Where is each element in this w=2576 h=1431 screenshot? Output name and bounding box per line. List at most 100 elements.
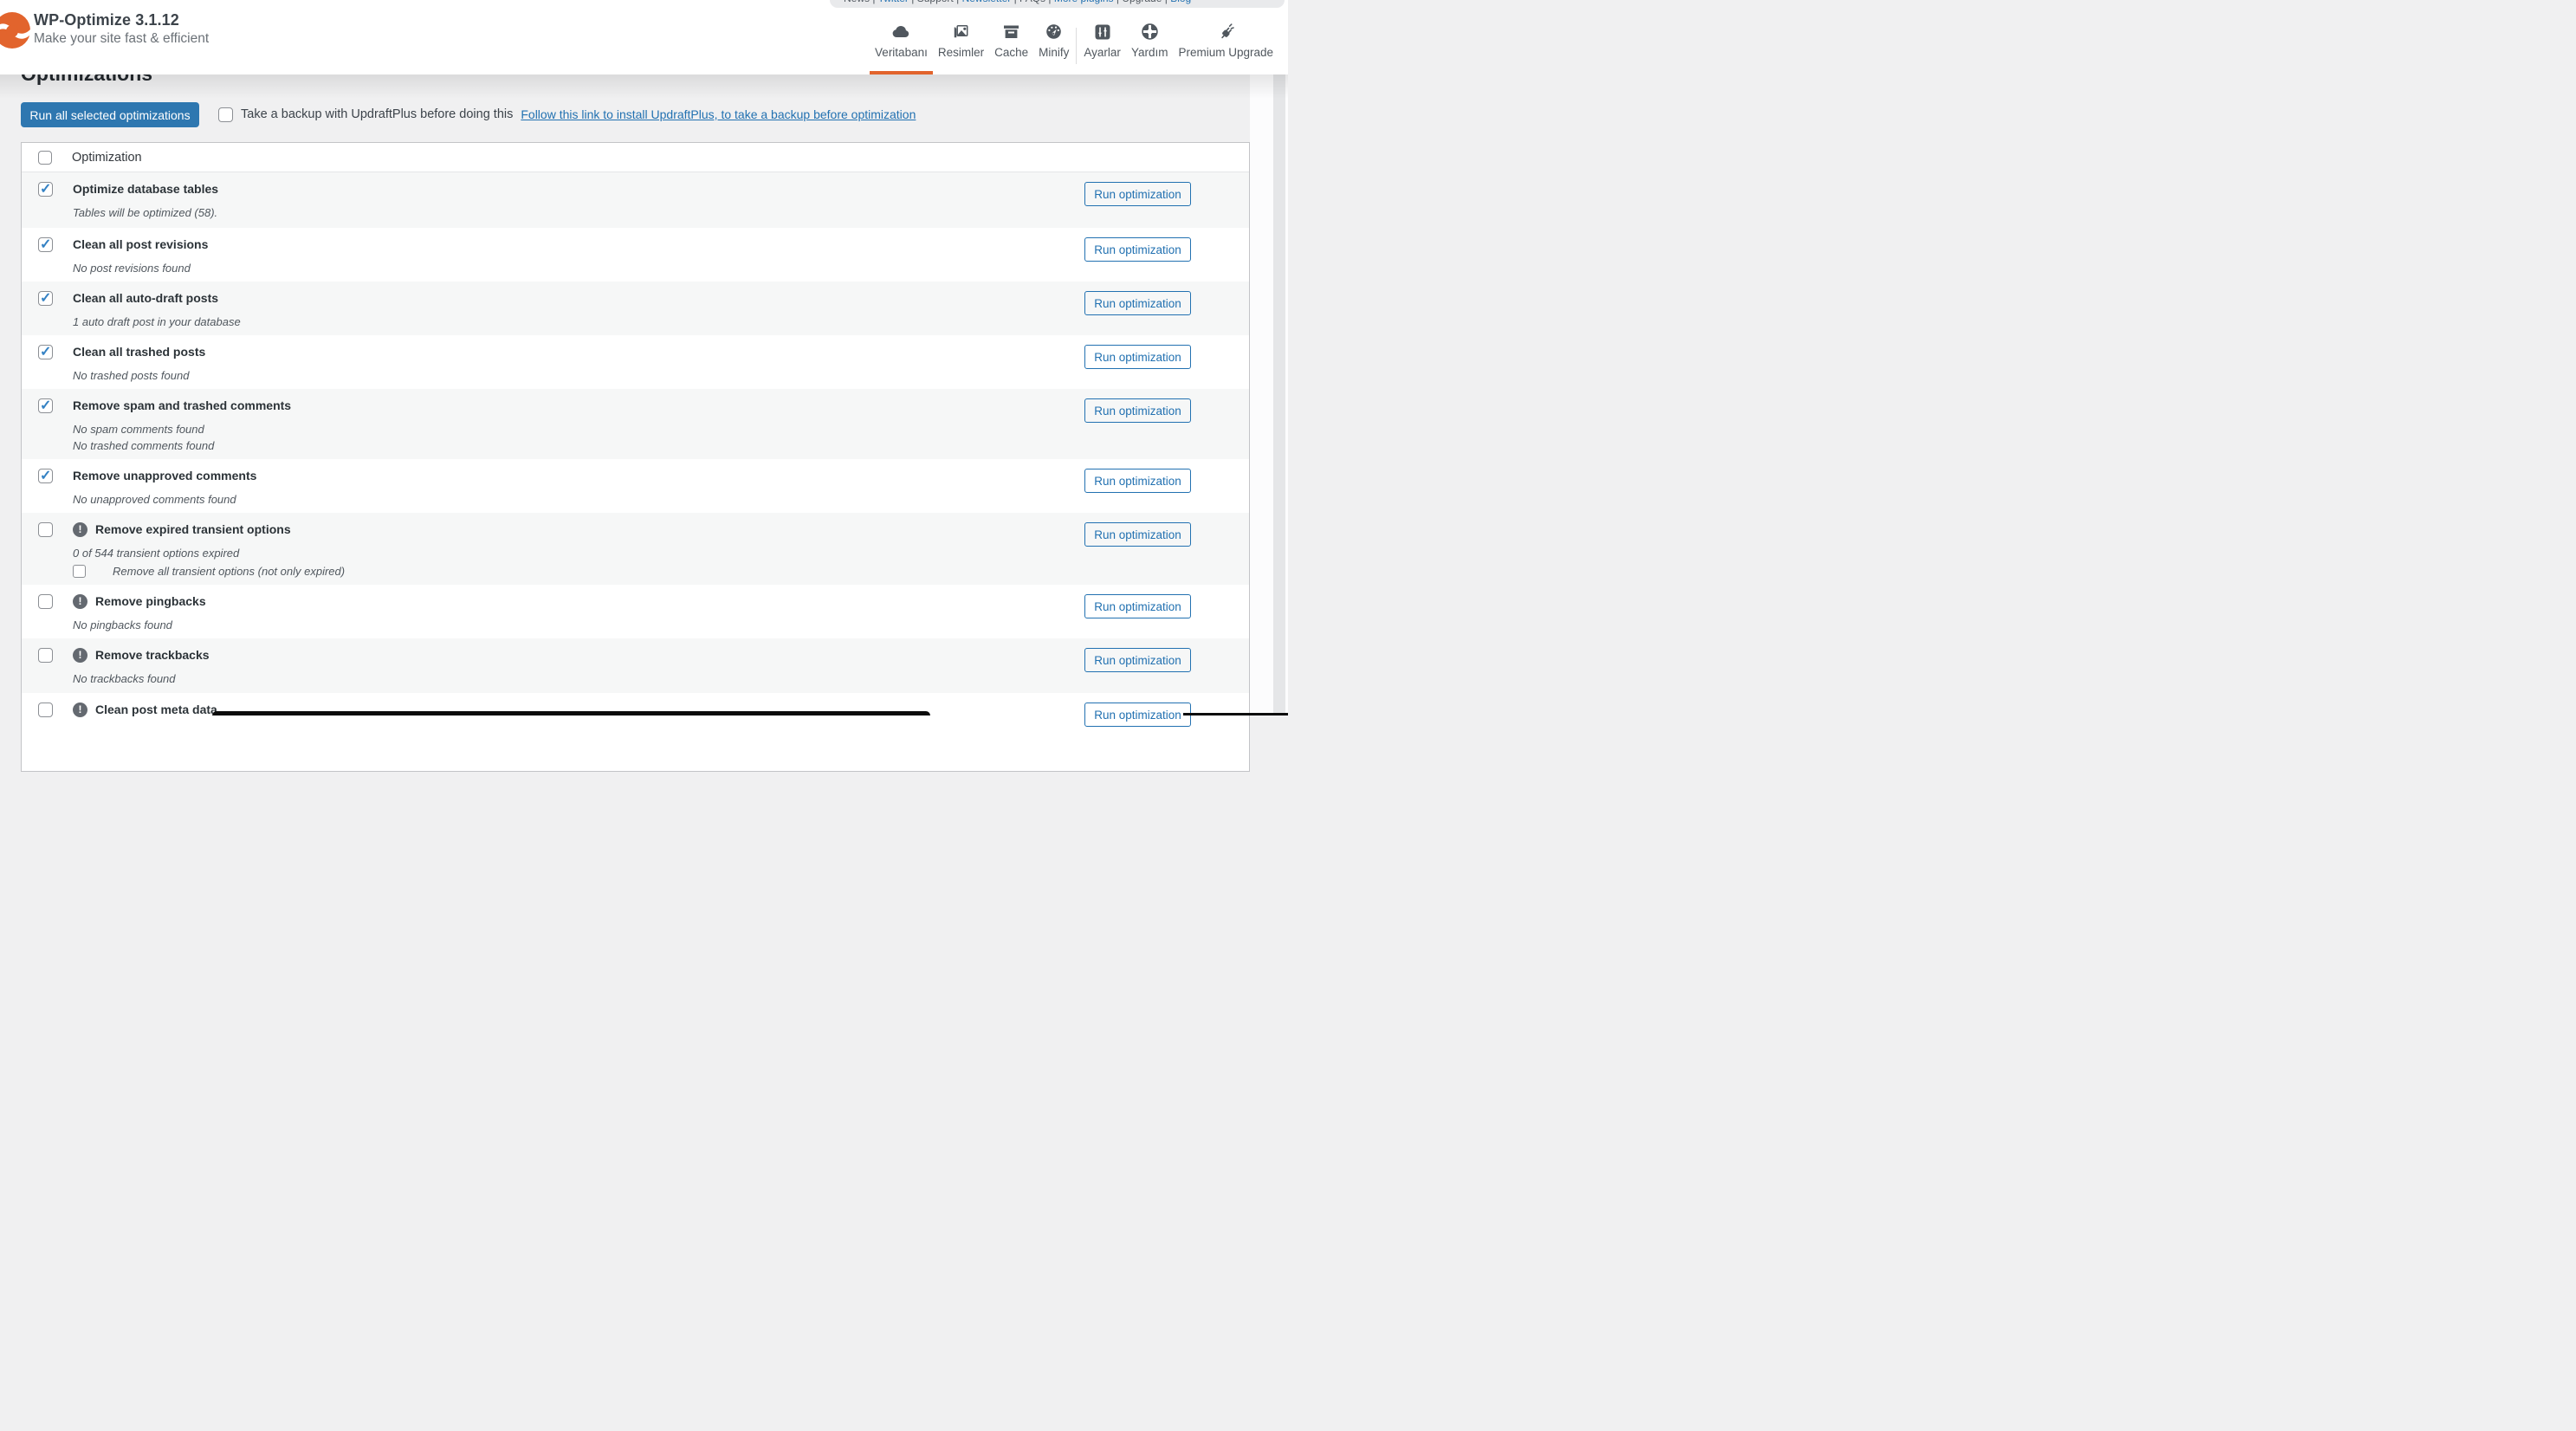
backup-label: Take a backup with UpdraftPlus before do…: [241, 107, 513, 121]
optimization-description: No trashed comments found: [73, 437, 1084, 454]
run-optimization-button[interactable]: Run optimization: [1084, 398, 1191, 423]
clipped-links-strip: News | Twitter | Support | Newsletter | …: [830, 0, 1285, 8]
tab-ayarlar[interactable]: Ayarlar: [1078, 23, 1126, 74]
table-header-row: Optimization: [22, 143, 1249, 172]
optimization-row: ! Remove expired transient options 0 of 54…: [22, 513, 1249, 585]
row-checkbox[interactable]: [38, 291, 53, 306]
optimizations-table: Optimization Optimize database tables Tab…: [21, 142, 1250, 772]
optimization-description: Tables will be optimized (58).: [73, 204, 1084, 221]
optimization-description: No trashed posts found: [73, 367, 1084, 384]
sub-option-row: Remove all transient options (not only e…: [73, 564, 1084, 578]
backup-option-row: Take a backup with UpdraftPlus before do…: [218, 105, 916, 124]
optimization-row: ! Remove trackbacks No trackbacks foundRun…: [22, 638, 1249, 693]
cloud-icon: [891, 23, 910, 41]
app-subtitle: Make your site fast & efficient: [34, 31, 209, 47]
life-ring-icon: [1141, 23, 1159, 41]
row-checkbox[interactable]: [38, 182, 53, 197]
row-checkbox[interactable]: [38, 648, 53, 663]
sliders-icon: [1094, 23, 1111, 41]
run-optimization-button[interactable]: Run optimization: [1084, 522, 1191, 547]
optimization-description: No unapproved comments found: [73, 491, 1084, 508]
row-checkbox[interactable]: [38, 237, 53, 252]
optimization-title: Remove pingbacks: [95, 593, 206, 609]
optimization-row: Clean all auto-draft posts 1 auto draft p…: [22, 282, 1249, 335]
tab-yard-m[interactable]: Yardım: [1126, 23, 1174, 74]
optimizations-table-body: Optimize database tables Tables will be o…: [22, 172, 1249, 771]
table-header-label: Optimization: [72, 151, 142, 165]
tab-label: Minify: [1039, 46, 1069, 59]
optimization-title: Clean all auto-draft posts: [73, 290, 218, 306]
dock-bar-fragment: [1183, 713, 1288, 716]
optimization-title: Remove expired transient options: [95, 521, 291, 537]
tab-minify[interactable]: Minify: [1033, 23, 1074, 74]
run-optimization-button[interactable]: Run optimization: [1084, 703, 1191, 727]
optimization-description: No post revisions found: [73, 260, 1084, 276]
run-optimization-button[interactable]: Run optimization: [1084, 469, 1191, 493]
app-title: WP-Optimize 3.1.12: [34, 11, 179, 29]
optimization-row: Optimize database tables Tables will be o…: [22, 172, 1249, 228]
app-header: WP-Optimize 3.1.12 Make your site fast &…: [0, 0, 1288, 74]
optimization-row: ! Remove pingbacks No pingbacks foundRun o…: [22, 585, 1249, 638]
run-optimization-button[interactable]: Run optimization: [1084, 648, 1191, 672]
main-nav: Veritabanı Resimler Cache Minify Ayarlar…: [870, 0, 1278, 74]
tab-label: Veritabanı: [875, 46, 928, 59]
warning-icon: !: [73, 703, 87, 717]
tab-label: Premium Upgrade: [1178, 46, 1273, 59]
warning-icon: !: [73, 648, 87, 663]
tab-cache[interactable]: Cache: [989, 23, 1033, 74]
optimization-title: Optimize database tables: [73, 181, 218, 197]
wp-optimize-logo-icon: [0, 11, 31, 49]
tab-label: Yardım: [1131, 46, 1168, 59]
header-shadow: [0, 74, 1288, 99]
speedometer-icon: [1045, 23, 1063, 41]
optimization-row: Remove spam and trashed comments No spam …: [22, 389, 1249, 459]
optimization-title: Remove trackbacks: [95, 647, 210, 663]
optimization-description: 1 auto draft post in your database: [73, 314, 1084, 330]
optimization-title: Remove spam and trashed comments: [73, 398, 291, 413]
optimization-row: Clean all post revisions No post revision…: [22, 228, 1249, 282]
run-optimization-button[interactable]: Run optimization: [1084, 237, 1191, 262]
run-optimization-button[interactable]: Run optimization: [1084, 182, 1191, 206]
install-updraftplus-link[interactable]: Follow this link to install UpdraftPlus,…: [521, 107, 916, 121]
optimization-description: No spam comments found: [73, 421, 1084, 437]
plug-icon: [1217, 23, 1235, 41]
row-checkbox[interactable]: [38, 703, 53, 717]
row-checkbox[interactable]: [38, 345, 53, 359]
optimization-title: Clean post meta data: [95, 702, 217, 717]
optimization-description: 0 of 544 transient options expired: [73, 545, 1084, 561]
clipped-links-text: News | Twitter | Support | Newsletter | …: [844, 0, 1191, 4]
run-optimization-button[interactable]: Run optimization: [1084, 594, 1191, 618]
select-all-checkbox[interactable]: [38, 151, 52, 165]
tab-resimler[interactable]: Resimler: [933, 23, 989, 74]
tab-premium-upgrade[interactable]: Premium Upgrade: [1173, 23, 1278, 74]
dock-bar: [212, 711, 930, 716]
tab-label: Cache: [994, 46, 1028, 59]
row-checkbox[interactable]: [38, 522, 53, 537]
remove-all-transients-checkbox[interactable]: [73, 565, 86, 578]
optimization-description: No trackbacks found: [73, 670, 1084, 687]
row-checkbox[interactable]: [38, 398, 53, 413]
row-checkbox[interactable]: [38, 469, 53, 483]
scrollbar[interactable]: [1273, 74, 1285, 716]
row-checkbox[interactable]: [38, 594, 53, 609]
optimization-title: Clean all trashed posts: [73, 344, 205, 359]
optimization-row: Remove unapproved comments No unapproved …: [22, 459, 1249, 513]
run-all-optimizations-button[interactable]: Run all selected optimizations: [21, 102, 199, 127]
remove-all-transients-label: Remove all transient options (not only e…: [113, 565, 345, 578]
archive-box-icon: [1002, 23, 1020, 41]
optimization-title: Clean all post revisions: [73, 236, 208, 252]
run-optimization-button[interactable]: Run optimization: [1084, 345, 1191, 369]
run-optimization-button[interactable]: Run optimization: [1084, 291, 1191, 315]
tab-label: Ayarlar: [1084, 46, 1121, 59]
tab-veritaban-[interactable]: Veritabanı: [870, 23, 933, 74]
optimization-row: ! Clean post meta data Run optimization: [22, 693, 1249, 771]
tab-label: Resimler: [938, 46, 984, 59]
backup-checkbox[interactable]: [218, 107, 233, 122]
optimization-title: Remove unapproved comments: [73, 468, 256, 483]
warning-icon: !: [73, 594, 87, 609]
warning-icon: !: [73, 522, 87, 537]
nav-divider: [1076, 28, 1077, 64]
optimization-description: No pingbacks found: [73, 617, 1084, 633]
images-icon: [952, 23, 970, 41]
optimization-row: Clean all trashed posts No trashed posts …: [22, 335, 1249, 389]
